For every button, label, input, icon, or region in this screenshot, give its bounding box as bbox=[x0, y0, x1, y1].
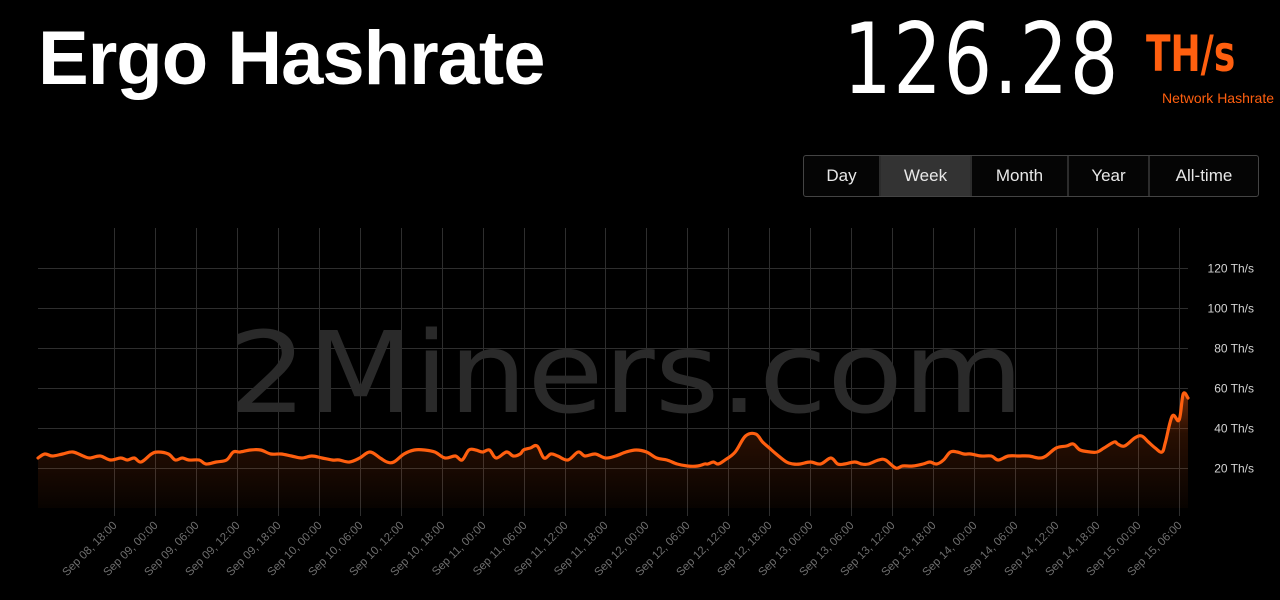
y-tick-label: 40 Th/s bbox=[1214, 422, 1254, 436]
y-tick-label: 100 Th/s bbox=[1208, 302, 1254, 316]
y-tick-label: 60 Th/s bbox=[1214, 382, 1254, 396]
x-axis-labels: Sep 08, 18:00Sep 09, 00:00Sep 09, 06:00S… bbox=[60, 520, 1184, 579]
y-axis-labels: 20 Th/s 40 Th/s 60 Th/s 80 Th/s 100 Th/s 120 … bbox=[1208, 262, 1254, 476]
y-tick-label: 120 Th/s bbox=[1208, 262, 1254, 276]
y-tick-label: 20 Th/s bbox=[1214, 462, 1254, 476]
chart-watermark: 2Miners.com bbox=[228, 309, 1024, 439]
y-tick-label: 80 Th/s bbox=[1214, 342, 1254, 356]
hashrate-chart: 2Miners.com 20 Th/s 40 Th/s 60 Th/s 80 Th/s… bbox=[36, 228, 1254, 579]
